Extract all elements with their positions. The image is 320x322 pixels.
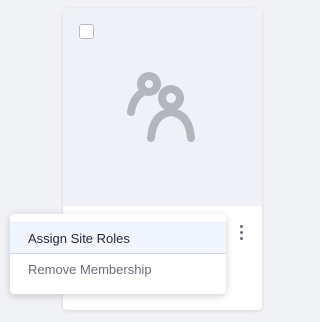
kebab-dot <box>239 230 243 234</box>
kebab-dot <box>239 224 243 228</box>
menu-item-remove-membership[interactable]: Remove Membership <box>10 254 226 286</box>
dropdown-menu: Assign Site Roles Remove Membership <box>10 214 226 294</box>
page: Assign Site Roles Remove Membership <box>0 0 270 322</box>
card-image-area <box>63 8 262 206</box>
menu-item-assign-site-roles[interactable]: Assign Site Roles <box>10 222 226 254</box>
select-checkbox[interactable] <box>79 24 94 39</box>
kebab-dot <box>239 236 243 240</box>
kebab-menu-icon[interactable] <box>235 222 247 242</box>
users-icon <box>127 72 195 142</box>
